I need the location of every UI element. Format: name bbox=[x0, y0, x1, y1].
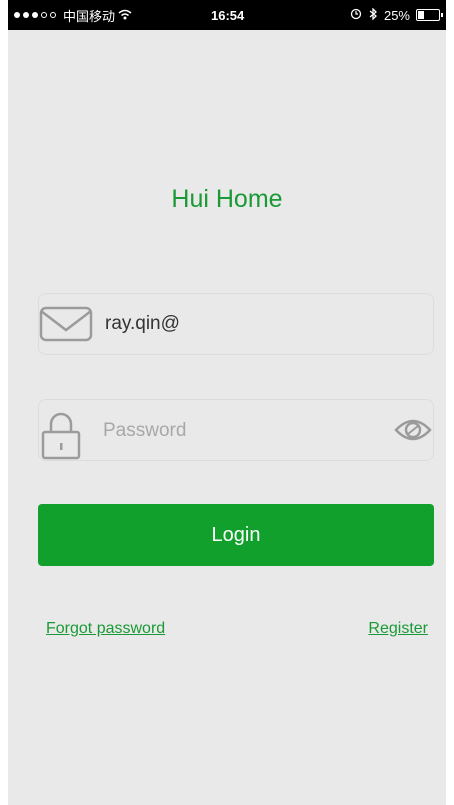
signal-strength: 中国移动 bbox=[14, 6, 132, 25]
battery-fill bbox=[418, 11, 424, 19]
signal-dot bbox=[14, 12, 20, 18]
battery-icon bbox=[416, 9, 443, 21]
forgot-password-link[interactable]: Forgot password bbox=[46, 620, 165, 638]
app-title: Hui Home bbox=[171, 185, 283, 213]
register-link[interactable]: Register bbox=[368, 620, 428, 638]
signal-dot bbox=[32, 12, 38, 18]
status-right: 25% bbox=[350, 6, 443, 23]
eye-icon[interactable] bbox=[393, 414, 433, 451]
clock: 16:54 bbox=[211, 7, 245, 23]
login-button[interactable]: Login bbox=[38, 504, 434, 566]
app-screen: 中国移动 16:54 25% Hui Home ray.qin@ Login F… bbox=[8, 0, 446, 805]
password-input[interactable] bbox=[101, 410, 375, 452]
signal-dot bbox=[50, 12, 56, 18]
lock-icon bbox=[39, 410, 93, 465]
wifi-icon bbox=[118, 8, 132, 23]
carrier-name: 中国移动 bbox=[63, 8, 116, 24]
password-field[interactable] bbox=[38, 399, 434, 461]
signal-dot bbox=[23, 12, 29, 18]
alarm-icon bbox=[350, 8, 362, 23]
email-field[interactable]: ray.qin@ bbox=[38, 293, 434, 355]
battery-percent: 25% bbox=[383, 7, 410, 23]
envelope-icon bbox=[39, 304, 93, 349]
bluetooth-icon bbox=[368, 6, 378, 23]
status-bar: 中国移动 16:54 25% bbox=[8, 0, 446, 30]
signal-dot bbox=[41, 12, 47, 18]
email-value: ray.qin@ bbox=[105, 313, 180, 334]
